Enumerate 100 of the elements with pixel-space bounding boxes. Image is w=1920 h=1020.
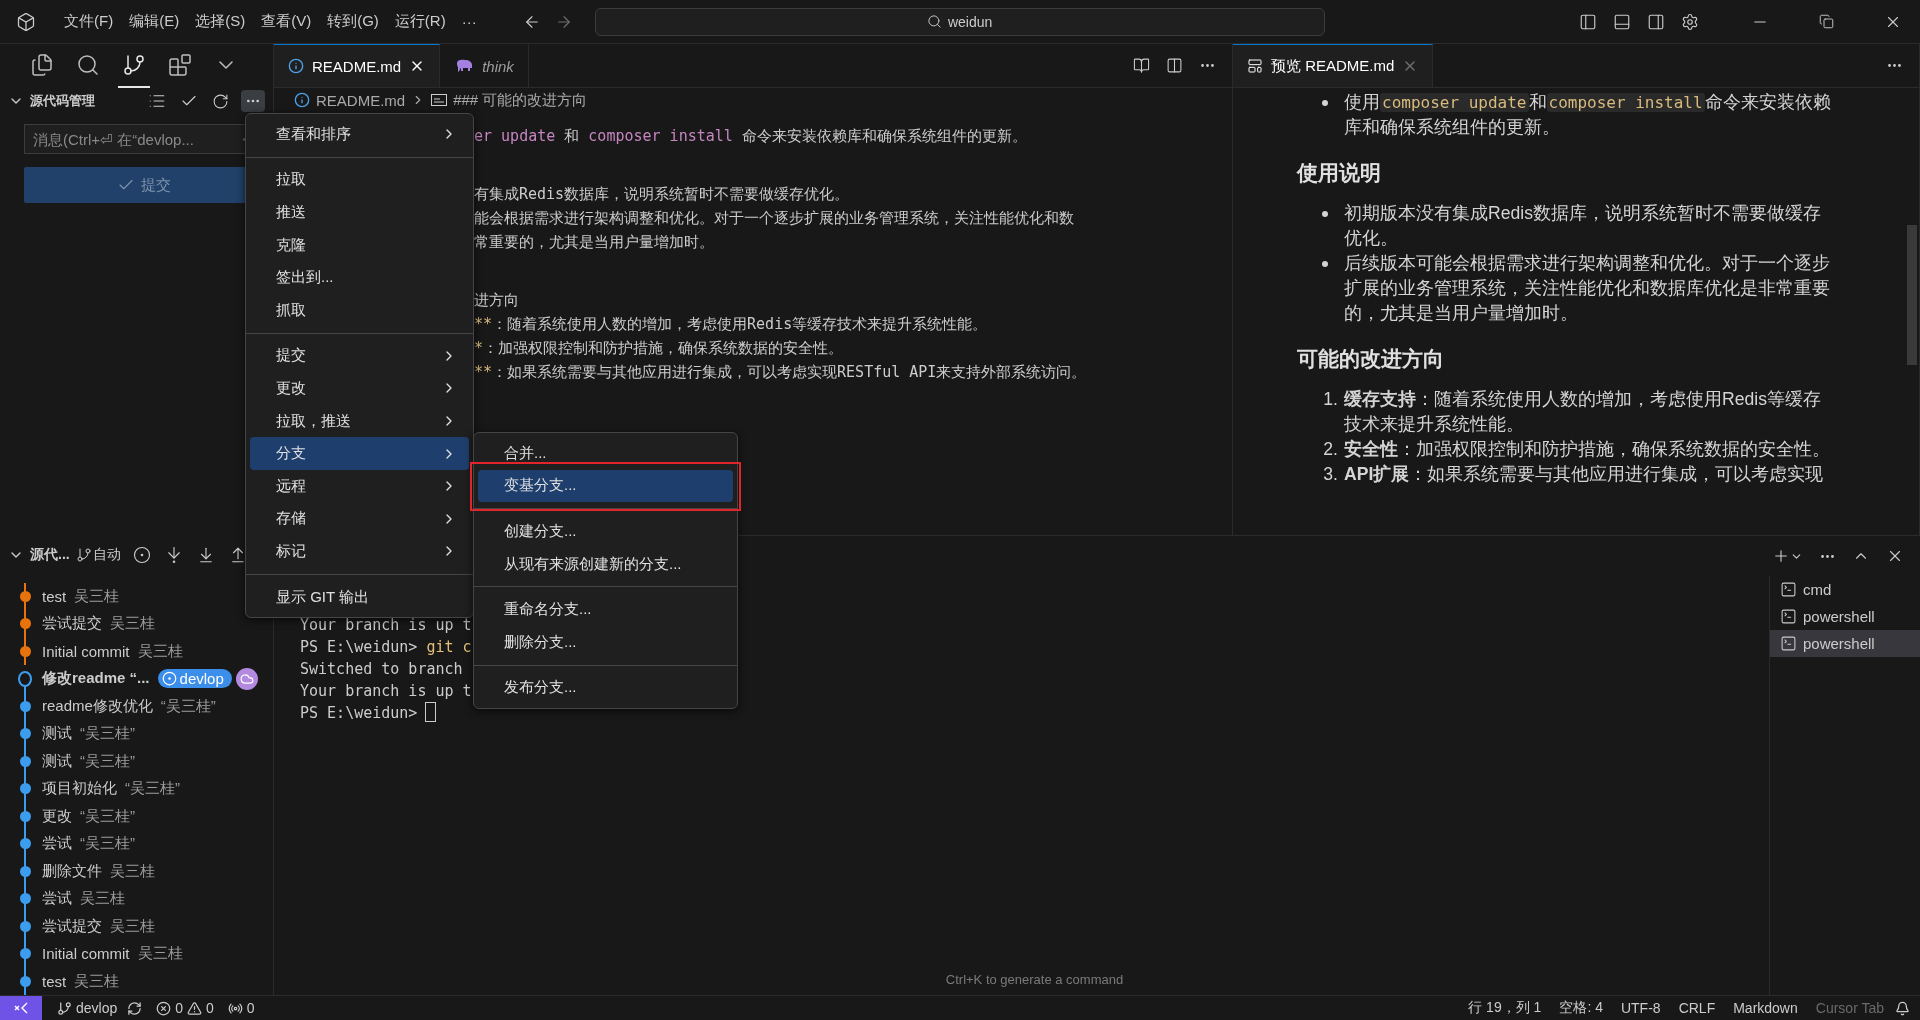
commit-row[interactable]: 删除文件 吴三桂 bbox=[0, 857, 273, 885]
list-number: 3. bbox=[1323, 463, 1338, 486]
terminal-icon bbox=[1780, 608, 1797, 625]
commit-message: 测试 bbox=[42, 724, 72, 744]
commit-row[interactable]: 测试 “吴三桂” bbox=[0, 720, 273, 748]
commit-message: 尝试 bbox=[42, 889, 72, 909]
list-icon[interactable] bbox=[148, 92, 166, 110]
menu-item[interactable]: 分支 bbox=[250, 437, 469, 470]
code-line: *：加强权限控制和防护措施，确保系统数据的安全性。 bbox=[474, 338, 845, 359]
terminal-session[interactable]: powershell bbox=[1770, 630, 1920, 657]
bell-icon[interactable] bbox=[1895, 1000, 1910, 1016]
menu-item[interactable]: 合并... bbox=[478, 437, 733, 470]
menu-item[interactable]: 创建分支... bbox=[478, 515, 733, 548]
menu-item[interactable]: 删除分支... bbox=[478, 625, 733, 659]
code-line: **：随着系统使用人数的增加，考虑使用Redis等缓存技术来提升系统性能。 bbox=[474, 314, 989, 335]
restore-icon[interactable] bbox=[1819, 14, 1834, 29]
breadcrumb-item[interactable]: ### 可能的改进方向 bbox=[453, 90, 588, 110]
menu-item[interactable]: 签出到... bbox=[250, 261, 469, 294]
commit-message: 更改 bbox=[42, 806, 72, 826]
more-menu[interactable]: ··· bbox=[453, 13, 485, 30]
commit-row[interactable]: 更改 “吴三桂” bbox=[0, 802, 273, 830]
commit-message: 尝试提交 bbox=[42, 916, 102, 936]
bullet-icon bbox=[1322, 100, 1328, 106]
menu-item[interactable]: 拉取，推送 bbox=[250, 404, 469, 438]
list-item-text: 后续版本可能会根据需求进行架构调整和优化。对于一个逐步扩展的业务管理系统，关注性能优化和数据库优化是非常重要的，尤其是当用户量增加时。 bbox=[1344, 252, 1831, 325]
menu-item[interactable]: 运行(R) bbox=[386, 12, 454, 31]
commit-message: Initial commit bbox=[42, 945, 130, 963]
more-actions-button[interactable] bbox=[241, 90, 265, 112]
menu-item[interactable]: 克隆 bbox=[250, 228, 469, 262]
search-field[interactable]: weidun bbox=[594, 7, 1325, 36]
status-item[interactable]: Markdown bbox=[1726, 1000, 1805, 1016]
commit-author: “吴三桂” bbox=[80, 724, 135, 744]
menu-item[interactable]: 提交 bbox=[250, 339, 469, 373]
menu-item[interactable]: 查看(V) bbox=[253, 12, 320, 31]
code-line: **：如果系统需要与其他应用进行集成，可以考虑实现RESTful API来支持外部系统访问。 bbox=[474, 362, 1088, 383]
commit-message: readme修改优化 bbox=[42, 696, 153, 716]
menu-item[interactable]: 抓取 bbox=[250, 293, 469, 327]
commit-row[interactable]: 尝试 “吴三桂” bbox=[0, 830, 273, 858]
inline-code: composer update bbox=[1380, 93, 1529, 112]
commit-row[interactable]: Initial commit 吴三桂 bbox=[0, 940, 273, 968]
code-line: er update 和 composer install 命令来安装依赖库和确保系统组件的更新。 bbox=[474, 126, 1028, 147]
target-icon[interactable] bbox=[132, 545, 151, 564]
settings-icon[interactable] bbox=[1681, 12, 1699, 31]
menu-item[interactable]: 从现有来源创建新的分支... bbox=[478, 547, 733, 581]
preview-icon bbox=[1247, 58, 1263, 74]
commit-row[interactable]: 测试 “吴三桂” bbox=[0, 747, 273, 775]
commit-row[interactable]: 尝试 吴三桂 bbox=[0, 885, 273, 913]
commit-row[interactable]: readme修改优化 “吴三桂” bbox=[0, 692, 273, 720]
search-icon bbox=[926, 14, 942, 29]
ports-status[interactable]: 0 bbox=[220, 1000, 262, 1016]
terminal-icon bbox=[1780, 581, 1797, 598]
commit-row[interactable]: 修改readme “... devlop bbox=[0, 665, 273, 693]
scrollbar-thumb[interactable] bbox=[1907, 225, 1917, 365]
menu-item[interactable]: 转到(G) bbox=[319, 12, 387, 31]
commit-row[interactable]: 尝试提交 吴三桂 bbox=[0, 912, 273, 940]
app-logo-icon bbox=[16, 11, 36, 32]
mode-label[interactable]: 自动 bbox=[92, 545, 121, 564]
blocks-icon bbox=[168, 53, 192, 77]
plus-icon[interactable] bbox=[1772, 547, 1790, 565]
menu-item[interactable]: 标记 bbox=[250, 535, 469, 568]
terminal-session[interactable]: cmd bbox=[1770, 576, 1920, 603]
commit-message: Initial commit bbox=[42, 642, 130, 660]
search-icon bbox=[76, 53, 100, 77]
menu-item[interactable]: 变基分支... bbox=[478, 469, 733, 503]
commit-row[interactable]: 项目初始化 “吴三桂” bbox=[0, 775, 273, 803]
terminal-session[interactable]: powershell bbox=[1770, 603, 1920, 630]
bullet-icon bbox=[1322, 211, 1328, 217]
menu-item[interactable]: 发布分支... bbox=[478, 671, 733, 705]
status-item[interactable]: CRLF bbox=[1671, 1000, 1723, 1016]
commit-row[interactable]: Initial commit 吴三桂 bbox=[0, 637, 273, 665]
menu-item[interactable]: 存储 bbox=[250, 502, 469, 536]
commit-author: 吴三桂 bbox=[110, 614, 155, 634]
menu-item[interactable]: 重命名分支... bbox=[478, 593, 733, 626]
bullet-icon bbox=[1322, 261, 1328, 267]
status-item[interactable]: 行 19，列 1 bbox=[1461, 999, 1549, 1017]
split-editor-icon[interactable] bbox=[1166, 57, 1183, 74]
menu-item[interactable]: 文件(F) bbox=[56, 12, 122, 31]
code-line: 有集成Redis数据库，说明系统暂时不需要做缓存优化。 bbox=[474, 184, 851, 205]
info-icon bbox=[288, 58, 304, 74]
secondary-sidebar-icon[interactable] bbox=[1647, 12, 1665, 31]
menu-item[interactable]: 选择(S) bbox=[187, 12, 254, 31]
editor-tab[interactable]: README.md bbox=[274, 44, 441, 87]
menu-item[interactable]: 编辑(E) bbox=[121, 12, 188, 31]
menu-item[interactable]: 远程 bbox=[250, 469, 469, 503]
editor-tab[interactable]: 预览 README.md bbox=[1233, 44, 1434, 87]
refresh-icon[interactable] bbox=[212, 92, 229, 110]
preview-icon[interactable] bbox=[1133, 57, 1150, 74]
breadcrumb-item[interactable]: README.md bbox=[316, 91, 406, 109]
sidebar-toggle-icon[interactable] bbox=[1579, 12, 1597, 31]
status-item[interactable]: 空格: 4 bbox=[1552, 999, 1610, 1017]
panel-toggle-icon[interactable] bbox=[1613, 12, 1631, 31]
status-item[interactable]: UTF-8 bbox=[1613, 1000, 1668, 1016]
branch-icon bbox=[57, 1000, 72, 1016]
problems-status[interactable]: 0 0 bbox=[149, 1000, 221, 1016]
commit-author: 吴三桂 bbox=[74, 971, 120, 991]
branch-status[interactable]: devlop bbox=[50, 1000, 150, 1016]
menu-item[interactable]: 更改 bbox=[250, 372, 469, 405]
list-item-text: API扩展：如果系统需要与其他应用进行集成，可以考虑实现 bbox=[1344, 463, 1825, 486]
commit-message: 删除文件 bbox=[42, 861, 102, 881]
commit-row[interactable]: test 吴三桂 bbox=[0, 967, 273, 995]
